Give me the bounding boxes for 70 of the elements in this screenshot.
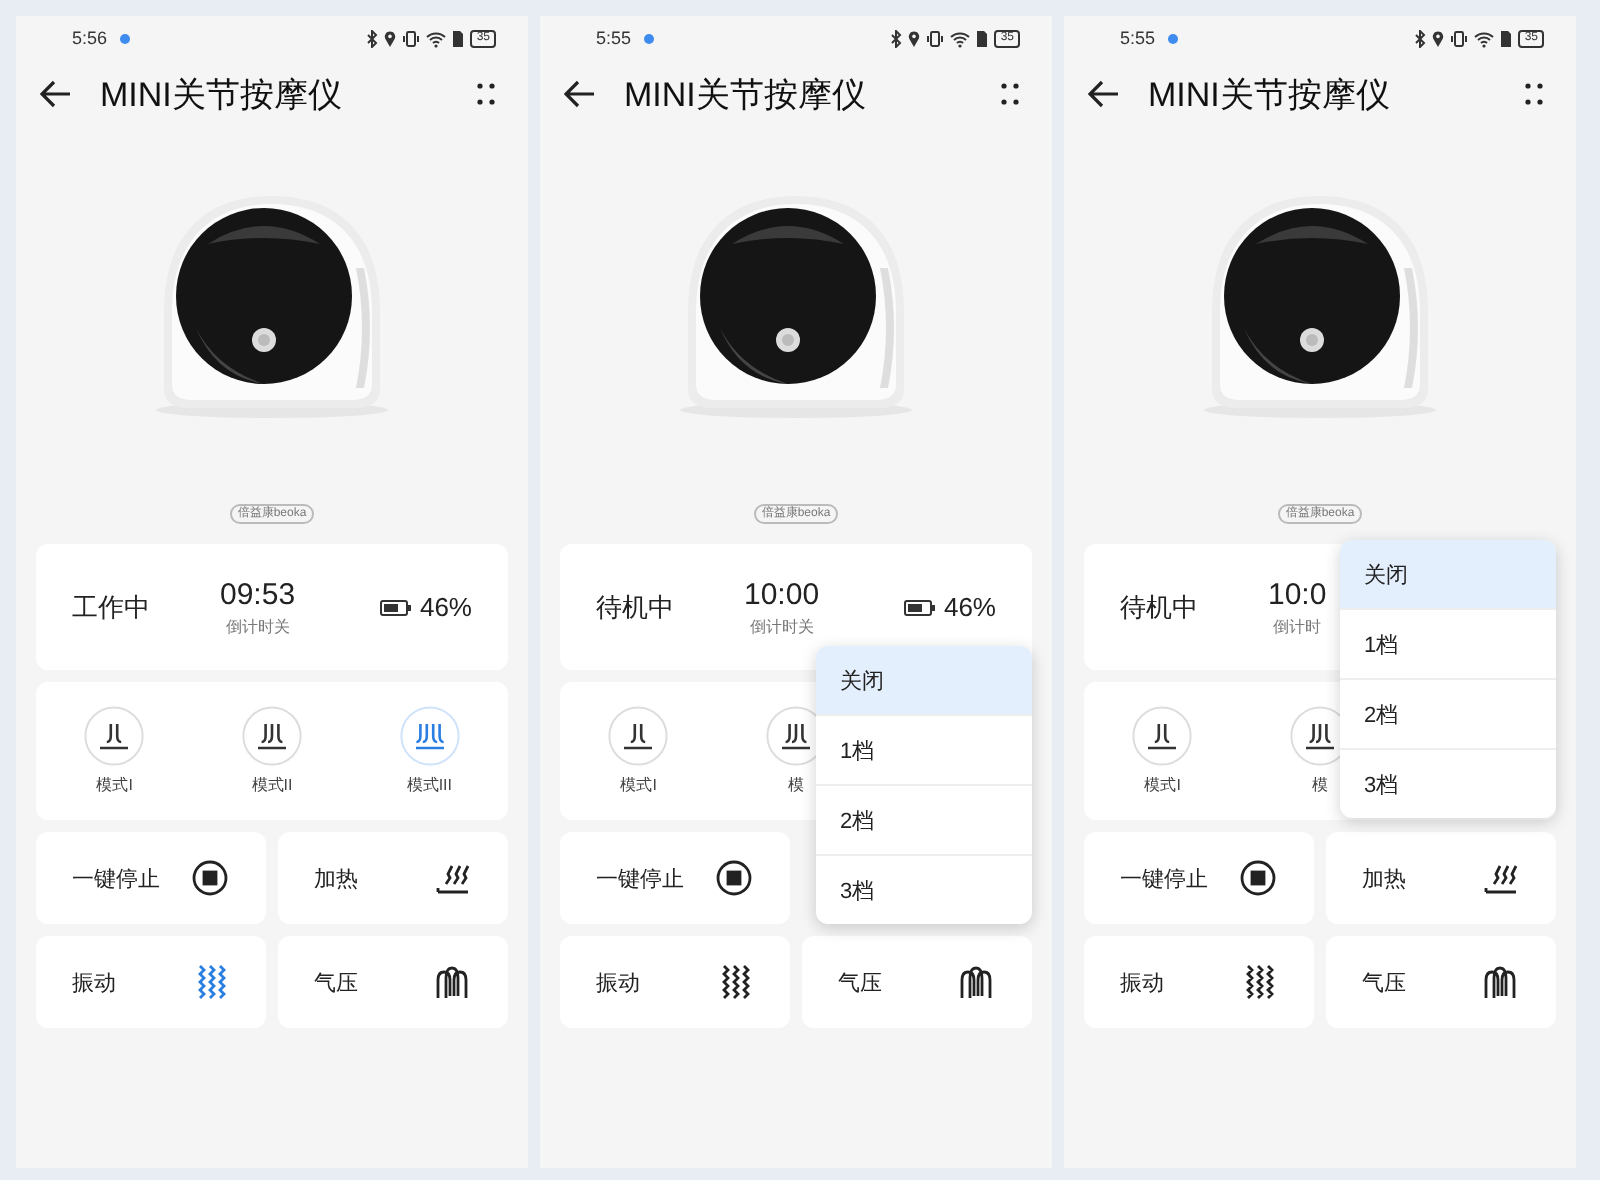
mode-icon	[399, 706, 460, 766]
notification-dot-icon	[119, 33, 130, 43]
timer-value: 10:00	[744, 577, 820, 611]
wifi-icon	[426, 29, 447, 47]
mode-button[interactable]: 模式II	[241, 706, 302, 796]
back-icon[interactable]	[564, 80, 596, 108]
battery-icon	[903, 599, 936, 615]
sim-icon	[452, 29, 465, 47]
timer-value: 09:53	[220, 577, 296, 611]
mode-icon	[608, 706, 669, 766]
status-time: 5:55	[1120, 28, 1156, 48]
action-button[interactable]: 气压	[1326, 936, 1556, 1028]
more-icon[interactable]	[476, 82, 496, 106]
bluetooth-icon	[890, 29, 903, 47]
notification-dot-icon	[1167, 33, 1178, 43]
action-button[interactable]: 一键停止	[560, 832, 790, 924]
mode-icon	[241, 706, 302, 766]
mode-button[interactable]: 模式I	[84, 706, 145, 796]
action-button[interactable]: 振动	[1084, 936, 1314, 1028]
action-button[interactable]: 加热	[1326, 832, 1556, 924]
page-title: MINI关节按摩仪	[100, 73, 342, 117]
action-button[interactable]: 一键停止	[36, 832, 266, 924]
action-button[interactable]: 气压	[278, 936, 508, 1028]
battery-percent: 46%	[419, 592, 472, 622]
vibrate-icon	[402, 29, 421, 47]
mode-icon	[1132, 706, 1193, 766]
battery-icon	[379, 599, 412, 615]
battery-percent: 46%	[943, 592, 996, 622]
mode-button[interactable]: 模式I	[1132, 706, 1193, 796]
back-icon[interactable]	[1088, 80, 1120, 108]
device-state: 工作中	[72, 589, 152, 625]
action-button[interactable]: 振动	[560, 936, 790, 1028]
menu-item[interactable]: 关闭	[816, 646, 1032, 714]
timer-label: 倒计时关	[225, 615, 290, 637]
back-icon[interactable]	[40, 80, 72, 108]
wifi-icon	[1474, 29, 1495, 47]
timer-label: 倒计时关	[749, 615, 814, 637]
bluetooth-icon	[366, 29, 379, 47]
menu-item[interactable]: 关闭	[1340, 540, 1556, 608]
status-time: 5:56	[72, 28, 108, 48]
action-button[interactable]: 一键停止	[1084, 832, 1314, 924]
page-title: MINI关节按摩仪	[1148, 73, 1390, 117]
menu-item[interactable]: 3档	[816, 854, 1032, 924]
location-icon	[908, 29, 921, 47]
page-title: MINI关节按摩仪	[624, 73, 866, 117]
sim-icon	[976, 29, 989, 47]
location-icon	[1432, 29, 1445, 47]
timer-value: 10:0	[1268, 577, 1327, 611]
sim-icon	[1500, 29, 1513, 47]
menu-item[interactable]: 1档	[816, 714, 1032, 784]
action-button[interactable]: 加热	[278, 832, 508, 924]
menu-item[interactable]: 2档	[816, 784, 1032, 854]
wifi-icon	[950, 29, 971, 47]
action-button[interactable]: 气压	[802, 936, 1032, 1028]
more-icon[interactable]	[1000, 82, 1020, 106]
mode-icon	[84, 706, 145, 766]
mode-button[interactable]: 模式I	[608, 706, 669, 796]
notification-dot-icon	[643, 33, 654, 43]
device-state: 待机中	[1120, 589, 1200, 625]
mode-button[interactable]: 模式III	[399, 706, 460, 796]
action-button[interactable]: 振动	[36, 936, 266, 1028]
menu-item[interactable]: 1档	[1340, 608, 1556, 678]
status-time: 5:55	[596, 28, 632, 48]
timer-label: 倒计时	[1273, 615, 1322, 637]
vibrate-icon	[926, 29, 945, 47]
more-icon[interactable]	[1524, 82, 1544, 106]
device-state: 待机中	[596, 589, 676, 625]
bluetooth-icon	[1414, 29, 1427, 47]
vibrate-icon	[1450, 29, 1469, 47]
location-icon	[384, 29, 397, 47]
